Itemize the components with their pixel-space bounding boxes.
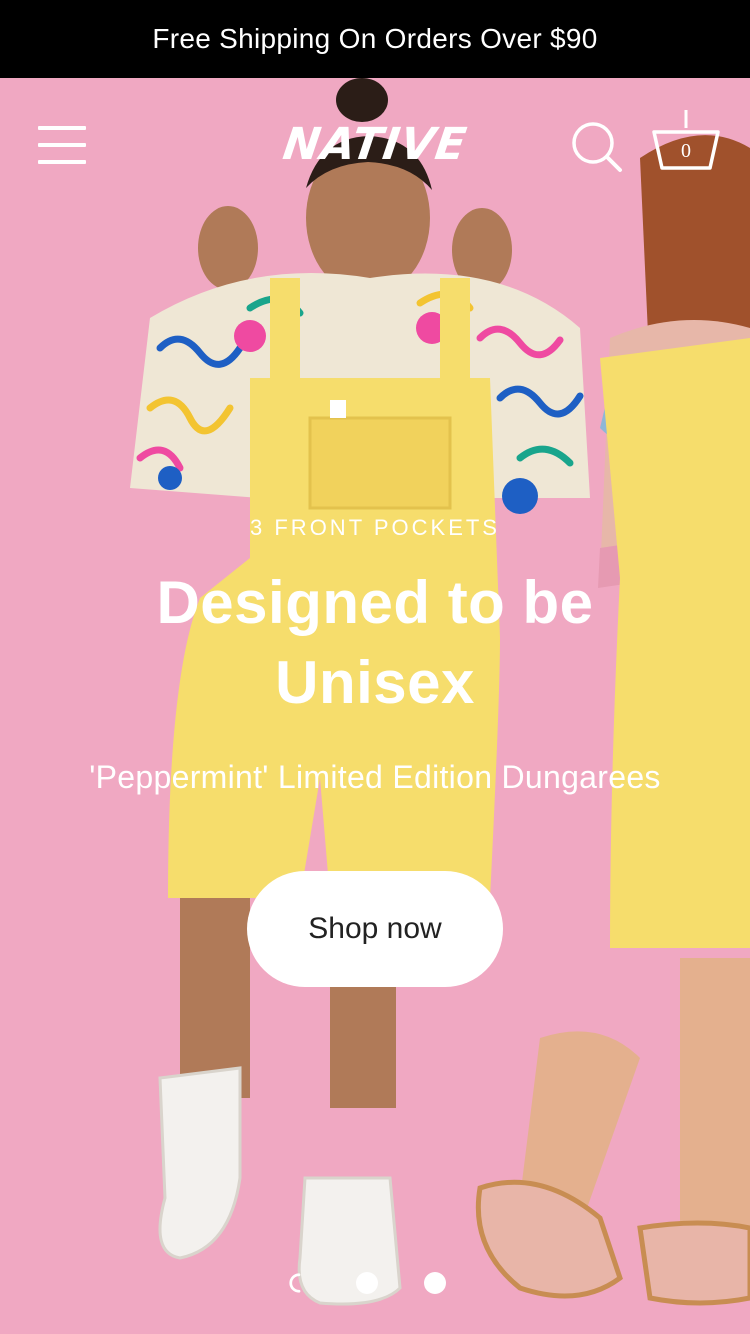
search-icon[interactable] — [570, 120, 624, 174]
hero-content: 3 FRONT POCKETS Designed to be Unisex 'P… — [0, 515, 750, 796]
slide-dot[interactable] — [356, 1272, 378, 1294]
shop-now-button[interactable]: Shop now — [247, 871, 503, 987]
announcement-text: Free Shipping On Orders Over $90 — [152, 23, 598, 54]
hero-headline: Designed to be Unisex — [0, 563, 750, 723]
slideshow-dots — [285, 1268, 465, 1298]
slide-dot-progress-icon[interactable] — [288, 1272, 310, 1294]
cart-count-badge: 0 — [681, 140, 691, 162]
hero-eyebrow: 3 FRONT POCKETS — [250, 515, 500, 540]
announcement-bar: Free Shipping On Orders Over $90 — [0, 0, 750, 78]
site-logo[interactable]: NATIVE — [278, 116, 472, 174]
cart-icon[interactable]: 0 — [650, 108, 722, 174]
site-header: NATIVE 0 — [0, 78, 750, 218]
hero-headline-line2: Unisex — [275, 649, 475, 716]
hero-subheadline: 'Peppermint' Limited Edition Dungarees — [89, 759, 661, 795]
slide-dot[interactable] — [424, 1272, 446, 1294]
hero-headline-line1: Designed to be — [156, 569, 594, 636]
menu-icon[interactable] — [38, 126, 88, 166]
